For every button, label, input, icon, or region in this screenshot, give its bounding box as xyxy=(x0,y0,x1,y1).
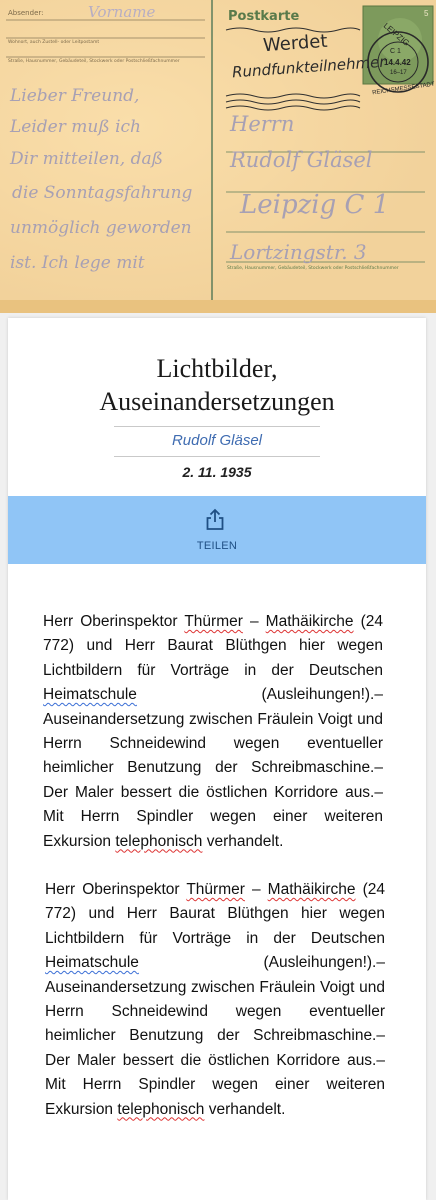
share-button[interactable]: TEILEN xyxy=(8,496,426,564)
message-line: Lieber Freund, xyxy=(10,86,140,106)
message-line: ist. Ich lege mit xyxy=(10,253,145,273)
article-date: 2. 11. 1935 xyxy=(182,464,252,480)
spellcheck-word: Thürmer xyxy=(186,881,245,898)
message-line: Leider muß ich xyxy=(10,117,141,137)
share-label: TEILEN xyxy=(196,540,238,552)
sender-handwriting: Vorname xyxy=(88,3,156,21)
postmark-time: 16–17 xyxy=(390,70,407,76)
sender-label: Absender: xyxy=(8,9,44,17)
stamp-value: 5 xyxy=(424,9,429,18)
recipient-line: Herrn xyxy=(230,112,295,136)
spellcheck-word: Heimatschule xyxy=(45,954,139,972)
article-paragraph: Herr Oberinspektor Thürmer – Mathäikirch… xyxy=(45,881,385,1118)
recipient-line: Rudolf Gläsel xyxy=(230,148,373,172)
spellcheck-word: telephonisch xyxy=(115,832,203,850)
spellcheck-word: Mathäikirche xyxy=(265,613,354,630)
address-line-1-label: Wohnort, auch Zustell- oder Leitpostamt xyxy=(8,40,100,45)
postmark-code: C 1 xyxy=(390,48,401,55)
recipient-line: Lortzingstr. 3 xyxy=(230,240,367,264)
postmark-slogan-1: Werdet xyxy=(262,30,329,57)
message-line: Dir mitteilen, daß xyxy=(10,149,163,169)
article-title: Lichtbilder, Auseinandersetzungen xyxy=(8,352,426,418)
author-divider xyxy=(114,456,320,457)
address-line-2-label: Straße, Hausnummer, Gebäudeteil, Stockwe… xyxy=(8,59,180,64)
article-page: Lichtbilder, Auseinandersetzungen Rudolf… xyxy=(8,318,426,1200)
recipient-footer-label: Straße, Hausnummer, Gebäudeteil, Stockwe… xyxy=(227,266,399,271)
share-icon xyxy=(206,508,224,530)
spellcheck-word: Thürmer xyxy=(184,613,243,630)
spellcheck-word: Mathäikirche xyxy=(267,881,356,898)
title-divider xyxy=(114,426,320,427)
article-title-line-1: Lichtbilder, xyxy=(156,354,278,383)
message-line: die Sonntagsfahrung xyxy=(12,183,193,203)
recipient-line: Leipzig C 1 xyxy=(240,190,390,220)
article-paragraph: Herr Oberinspektor Thürmer – Mathäikirch… xyxy=(43,613,383,850)
postcard-header: Postkarte xyxy=(228,9,300,24)
postcard-image: Absender: Vorname Wohnort, auch Zustell-… xyxy=(0,0,436,313)
postmark-date: 14.4.42 xyxy=(384,58,411,67)
spellcheck-word: telephonisch xyxy=(117,1100,205,1118)
message-line: unmöglich geworden xyxy=(10,218,192,238)
article-title-line-2: Auseinandersetzungen xyxy=(99,387,335,416)
spellcheck-word: Heimatschule xyxy=(43,686,137,704)
author-link[interactable]: Rudolf Gläsel xyxy=(8,432,426,449)
